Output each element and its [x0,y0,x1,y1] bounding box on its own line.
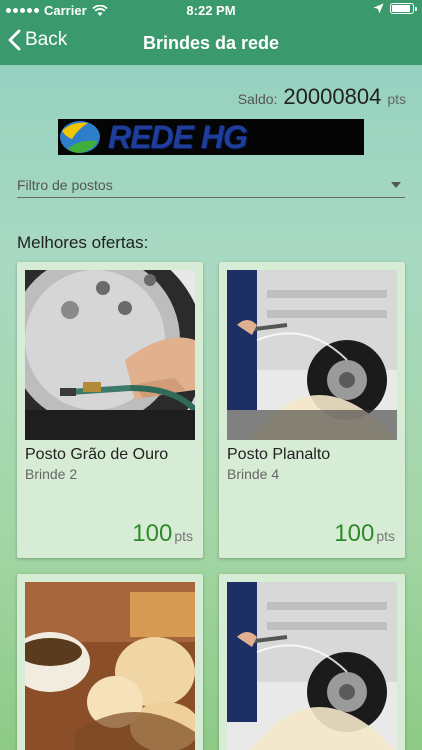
balance-label: Saldo: [237,91,278,107]
truck-wash-photo [227,270,397,440]
offer-price: 100 pts [334,520,395,548]
offer-price: 100 pts [132,520,193,548]
status-right [373,3,417,14]
coffee-bread-photo [25,582,195,750]
location-arrow-icon [373,3,384,14]
status-bar: Carrier 8:22 PM [0,0,422,21]
section-title: Melhores ofertas: [17,233,149,252]
tire-inflation-photo [25,270,195,440]
offer-brinde: Brinde 4 [227,466,280,482]
truck-wash-photo [227,582,397,750]
offer-card[interactable] [17,574,203,750]
offer-station-name: Posto Grão de Ouro [25,446,169,463]
offer-card[interactable]: Posto Grão de Ouro Brinde 2 100 pts [17,262,203,558]
offer-points: 100 [334,520,375,547]
offer-brinde: Brinde 2 [25,466,78,482]
clock: 8:22 PM [186,3,236,18]
balance-value: 20000804 [283,84,382,109]
station-filter-select[interactable]: Filtro de postos [17,170,405,198]
dropdown-caret-icon [391,182,401,188]
page-title: Brindes da rede [142,33,280,53]
offer-card[interactable]: Posto Planalto Brinde 4 100 pts [219,262,405,558]
offer-station-name: Posto Planalto [227,446,331,463]
offer-points-unit: pts [174,528,193,544]
offer-card[interactable] [219,574,405,750]
logo-text: REDE HG [108,119,248,155]
balance-unit: pts [387,91,406,107]
filter-placeholder: Filtro de postos [17,177,113,193]
offer-points-unit: pts [376,528,395,544]
brand-globe-icon [60,121,100,153]
battery-icon [390,3,417,14]
offer-points: 100 [132,520,173,547]
balance: Saldo: 20000804 pts [238,84,406,110]
nav-bar: Back Brindes da rede [0,21,422,65]
battery-level [392,5,410,12]
brand-logo: REDE HG [58,119,364,155]
